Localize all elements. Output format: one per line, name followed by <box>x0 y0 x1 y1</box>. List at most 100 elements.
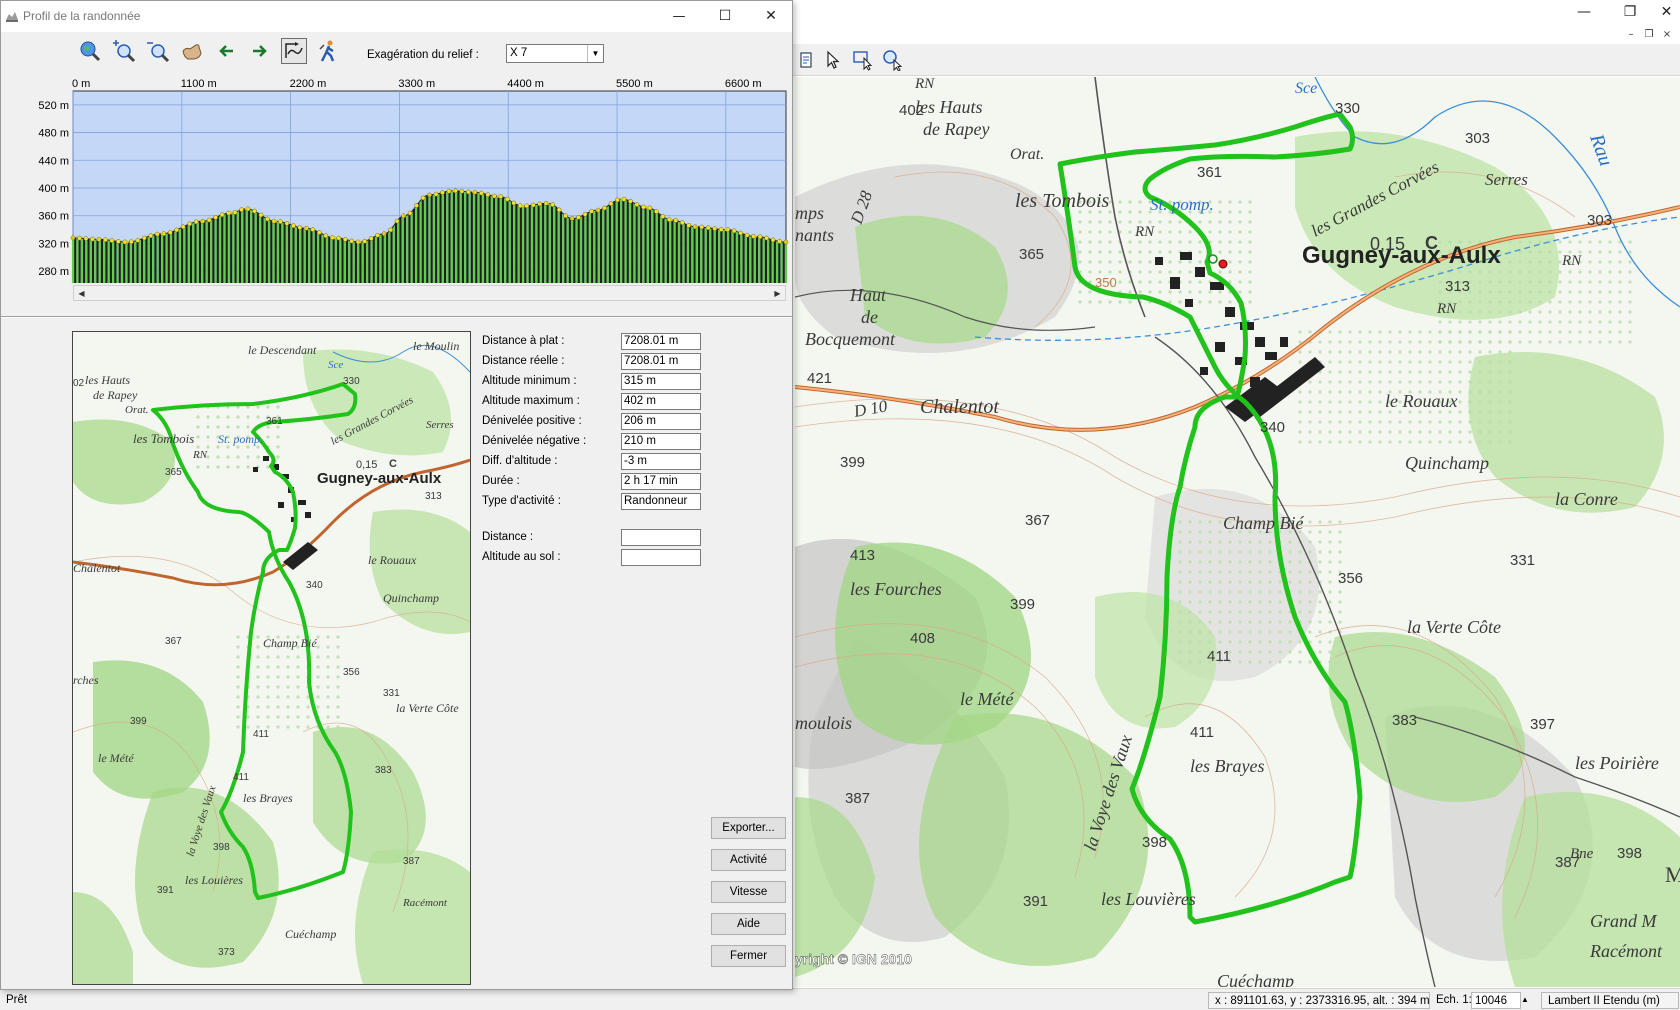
route-view-button[interactable] <box>281 38 307 64</box>
export-button[interactable]: Exporter... <box>711 817 786 839</box>
profile-point <box>297 225 303 230</box>
mini-map-number: 373 <box>218 947 235 958</box>
stat-value[interactable]: 7208.01 m <box>621 353 701 370</box>
stat-value[interactable]: 2 h 17 min <box>621 473 701 490</box>
scroll-left-button[interactable]: ◀ <box>74 286 89 300</box>
pane-splitter[interactable] <box>1 316 792 318</box>
route-overview-canvas[interactable]: le Descendant le Moulin les Hauts de Rap… <box>73 332 470 984</box>
profile-point <box>524 203 530 209</box>
stat-value[interactable]: 210 m <box>621 433 701 450</box>
main-minimize-button[interactable]: — <box>1561 0 1607 24</box>
mini-map-label: la Verte Côte <box>396 701 459 715</box>
cursor-altitude-value[interactable] <box>621 549 701 566</box>
main-map-number: 356 <box>1338 570 1363 587</box>
profile-point <box>206 217 212 223</box>
route-position-marker[interactable] <box>1218 259 1228 269</box>
main-topo-map[interactable]: les Hauts de Rapey Orat. les Tombois St.… <box>795 77 1680 987</box>
profile-point <box>576 214 581 220</box>
profile-point <box>660 214 666 219</box>
next-button[interactable] <box>247 38 273 64</box>
mini-map-label: St. pomp. <box>218 432 263 446</box>
scale-spin-button[interactable]: ▲ <box>1521 992 1535 1009</box>
zoom-globe-icon <box>80 41 101 62</box>
exaggeration-select[interactable]: X 7 ▼ <box>506 44 604 63</box>
stat-label: Altitude minimum : <box>482 375 577 387</box>
y-tick-label: 320 m <box>38 238 69 250</box>
profile-point <box>602 205 607 211</box>
select-rectangle-button[interactable] <box>849 46 877 74</box>
mdi-close-button[interactable]: × <box>1659 27 1675 42</box>
select-rectangle-icon <box>853 51 873 71</box>
mdi-minimize-button[interactable]: – <box>1623 27 1639 42</box>
route-start-marker[interactable] <box>1208 254 1218 264</box>
previous-button[interactable] <box>213 38 239 64</box>
profile-data-point <box>200 219 203 223</box>
profile-point <box>180 224 186 230</box>
scroll-right-button[interactable]: ▶ <box>770 286 785 300</box>
elevation-profile-chart[interactable]: 0 m 1100 m 2200 m 3300 m 4400 m 5500 m 6600 m … <box>1 71 792 283</box>
map-copyright: yright © IGN 2010 <box>795 951 912 967</box>
profile-data-point <box>126 240 129 244</box>
stat-value[interactable]: 206 m <box>621 413 701 430</box>
close-button[interactable]: Fermer <box>711 945 786 967</box>
profile-data-point <box>229 211 233 215</box>
main-restore-button[interactable]: ❐ <box>1607 0 1653 24</box>
stat-label: Distance réelle : <box>482 355 565 367</box>
dialog-close-button[interactable]: ✕ <box>748 4 794 28</box>
profile-point <box>511 200 517 206</box>
activity-button[interactable]: Activité <box>711 849 786 871</box>
dropdown-arrow[interactable]: ▼ <box>587 45 603 62</box>
main-map-label: la Conre <box>1555 489 1618 509</box>
profile-point <box>310 227 316 232</box>
cursor-distance-value[interactable] <box>621 529 701 546</box>
main-map-label: Haut <box>849 285 887 305</box>
profile-data-point <box>304 226 307 230</box>
speed-button[interactable]: Vitesse <box>711 881 786 903</box>
main-map-label: Racémont <box>1589 941 1663 961</box>
main-close-button[interactable]: ✕ <box>1653 0 1680 24</box>
x-tick-label: 1100 m <box>181 78 217 90</box>
y-axis-labels: 520 m 480 m 440 m 400 m 360 m 320 m 280 m <box>38 100 69 278</box>
main-map-label: Champ Bié <box>1223 513 1305 533</box>
zoom-out-button[interactable] <box>145 38 171 64</box>
activity-hiker-button[interactable] <box>315 38 341 64</box>
zoom-in-icon <box>113 40 136 63</box>
dialog-minimize-button[interactable]: — <box>656 4 702 28</box>
dialog-maximize-button[interactable]: ☐ <box>702 4 748 28</box>
profile-data-point <box>333 236 337 240</box>
profile-data-point <box>645 206 649 209</box>
stat-value[interactable]: 315 m <box>621 373 701 390</box>
stat-value[interactable]: 7208.01 m <box>621 333 701 350</box>
mini-map-label: Orat. <box>125 404 149 416</box>
stat-value[interactable]: -3 m <box>621 453 701 470</box>
activity-type-value[interactable]: Randonneur <box>621 493 701 510</box>
profile-data-point <box>595 208 599 212</box>
select-pointer-button[interactable] <box>819 46 847 74</box>
profile-point <box>582 211 588 217</box>
profile-data-point <box>96 237 100 241</box>
profile-scrollbar[interactable]: ◀ ▶ <box>73 285 786 301</box>
print-tool-button[interactable] <box>793 46 821 74</box>
restore-icon: ❐ <box>1644 29 1654 40</box>
mini-map-label: les Hauts <box>85 373 130 387</box>
mdi-restore-button[interactable]: ❐ <box>1641 27 1657 42</box>
stat-value[interactable]: 402 m <box>621 393 701 410</box>
main-map-canvas[interactable]: les Hauts de Rapey Orat. les Tombois St.… <box>795 77 1680 987</box>
route-overview-map[interactable]: le Descendant le Moulin les Hauts de Rap… <box>72 331 471 985</box>
help-button[interactable]: Aide <box>711 913 786 935</box>
scale-input[interactable]: 10046 <box>1471 992 1521 1009</box>
zoom-extent-button[interactable] <box>77 38 103 64</box>
main-map-number: 397 <box>1530 716 1555 733</box>
elevation-profile[interactable]: 0 m 1100 m 2200 m 3300 m 4400 m 5500 m 6600 m … <box>1 71 792 306</box>
zoom-in-button[interactable] <box>111 38 137 64</box>
zoom-pointer-button[interactable] <box>879 46 907 74</box>
profile-point <box>563 213 568 219</box>
profile-dialog: Profil de la randonnée — ☐ ✕ Exagération <box>0 0 793 990</box>
status-bar: Prêt x : 891101.63, y : 2373316.95, alt.… <box>0 988 1680 1010</box>
pan-button[interactable] <box>179 38 205 64</box>
x-axis-labels: 0 m 1100 m 2200 m 3300 m 4400 m 5500 m 6600 m <box>72 78 762 90</box>
profile-point <box>433 191 439 197</box>
restore-icon: ❐ <box>1623 4 1637 20</box>
main-map-label: Serres <box>1485 170 1528 189</box>
dialog-titlebar[interactable]: Profil de la randonnée — ☐ ✕ <box>1 1 792 32</box>
